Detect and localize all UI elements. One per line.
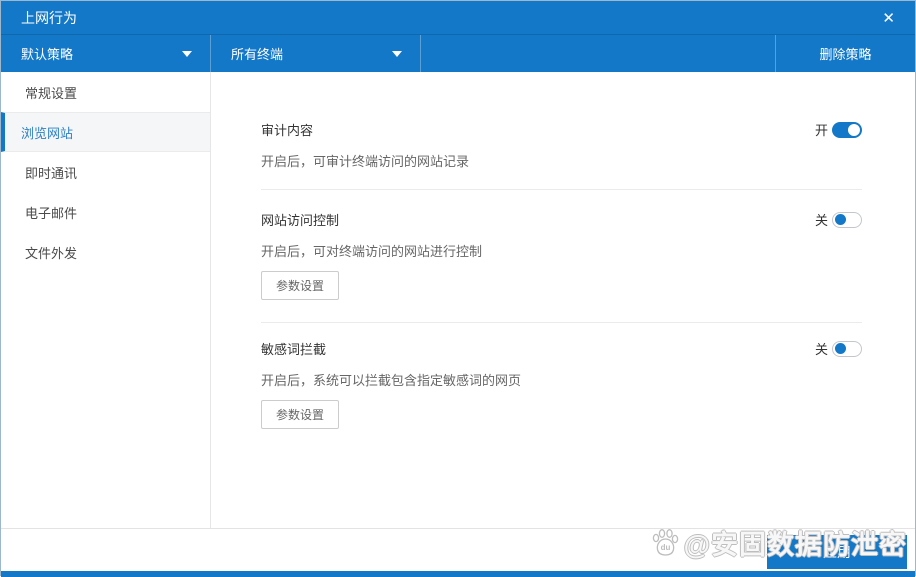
policy-dropdown[interactable]: 默认策略: [1, 35, 211, 72]
audit-content-toggle[interactable]: [832, 121, 862, 138]
sidebar-item-instant-messaging[interactable]: 即时通讯: [1, 152, 210, 192]
toolbar-spacer: [421, 35, 776, 72]
sidebar-item-file-outgoing[interactable]: 文件外发: [1, 232, 210, 272]
sidebar: 常规设置 浏览网站 即时通讯 电子邮件 文件外发: [1, 72, 211, 528]
setting-description: 开启后，可对终端访问的网站进行控制: [261, 244, 483, 259]
chevron-down-icon: [182, 50, 192, 57]
settings-panel: 审计内容 开 开启后，可审计终端访问的网站记录 网站访问控制 关 开启后，可对终…: [211, 72, 915, 528]
setting-title: 网站访问控制: [261, 213, 340, 228]
terminal-dropdown-value: 所有终端: [231, 47, 284, 62]
sensitive-word-toggle[interactable]: [832, 340, 862, 357]
setting-row-sensitive-word-blocking: 敏感词拦截 关 开启后，系统可以拦截包含指定敏感词的网页 参数设置: [261, 323, 862, 429]
param-settings-button[interactable]: 参数设置: [261, 271, 340, 300]
setting-title: 审计内容: [261, 123, 314, 138]
website-access-control-toggle[interactable]: [832, 211, 862, 228]
window-title: 上网行为: [21, 9, 77, 26]
toggle-knob: [835, 214, 846, 225]
sidebar-item-email[interactable]: 电子邮件: [1, 192, 210, 232]
setting-row-website-access-control: 网站访问控制 关 开启后，可对终端访问的网站进行控制 参数设置: [261, 190, 862, 323]
window-bottom-bar: [1, 571, 915, 577]
policy-dropdown-value: 默认策略: [21, 47, 74, 62]
apply-button[interactable]: 应用: [767, 535, 907, 569]
setting-description: 开启后，系统可以拦截包含指定敏感词的网页: [261, 373, 522, 388]
sidebar-item-general-settings[interactable]: 常规设置: [1, 72, 210, 112]
footer: 应用: [1, 529, 915, 571]
setting-description: 开启后，可审计终端访问的网站记录: [261, 154, 470, 169]
terminal-dropdown[interactable]: 所有终端: [211, 35, 421, 72]
setting-title: 敏感词拦截: [261, 342, 327, 357]
window-titlebar: 上网行为 ✕: [1, 1, 915, 34]
setting-row-audit-content: 审计内容 开 开启后，可审计终端访问的网站记录: [261, 72, 862, 190]
toggle-state-label: 关: [814, 342, 828, 357]
toggle-state-label: 开: [814, 123, 828, 138]
app-body: 常规设置 浏览网站 即时通讯 电子邮件 文件外发 审计内容 开 开启后，可审计终…: [1, 72, 915, 529]
toggle-knob: [835, 343, 846, 354]
sidebar-item-browse-websites[interactable]: 浏览网站: [1, 112, 210, 152]
close-icon[interactable]: ✕: [878, 7, 899, 29]
toggle-state-label: 关: [814, 213, 828, 228]
chevron-down-icon: [392, 50, 402, 57]
policy-toolbar: 默认策略 所有终端 删除策略: [1, 34, 915, 72]
param-settings-button[interactable]: 参数设置: [261, 400, 340, 429]
delete-policy-button[interactable]: 删除策略: [776, 35, 915, 72]
toggle-knob: [848, 123, 860, 136]
